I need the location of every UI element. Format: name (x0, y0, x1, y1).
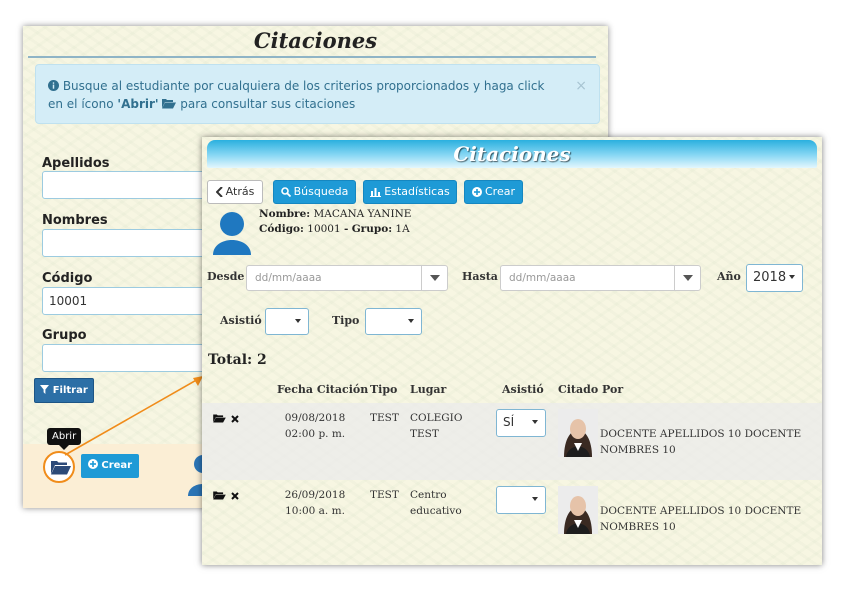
apellidos-label: Apellidos (42, 156, 110, 171)
filter-icon (40, 385, 50, 394)
desde-label: Desde (207, 270, 245, 283)
citaciones-window: Citaciones Atrás Búsqueda Estadísticas C… (202, 137, 822, 565)
alert-text-after: para consultar sus citaciones (180, 97, 356, 111)
lugar-line-1: Centro (410, 489, 447, 501)
col-citado-por: Citado Por (558, 383, 624, 396)
hasta-dropdown-icon[interactable] (674, 266, 700, 290)
codigo-label: Código (42, 271, 93, 286)
student-avatar-icon (213, 212, 251, 255)
plus-circle-icon (87, 459, 98, 469)
hasta-label: Hasta (462, 270, 498, 283)
filtrar-button[interactable]: Filtrar (34, 378, 94, 403)
citado-line-1: DOCENTE APELLIDOS 10 DOCENTE (600, 505, 802, 517)
anio-label: Año (717, 270, 741, 283)
folder-open-icon[interactable] (213, 414, 226, 423)
search-page-title: Citaciones (253, 28, 378, 53)
info-alert: Busque al estudiante por cualquiera de l… (35, 64, 600, 124)
lugar-line-1: COLEGIO (410, 412, 463, 424)
bar-chart-icon (370, 188, 382, 197)
fecha-time: 10:00 a. m. (285, 505, 345, 517)
atras-button[interactable]: Atrás (207, 180, 263, 204)
busqueda-label: Búsqueda (293, 185, 349, 198)
desde-date-input[interactable]: dd/mm/aaaa (246, 265, 448, 291)
student-group: 1A (395, 223, 410, 235)
student-name: MACANA YANINE (313, 208, 412, 220)
hasta-date-input[interactable]: dd/mm/aaaa (500, 265, 701, 291)
hasta-placeholder: dd/mm/aaaa (509, 272, 576, 284)
delete-icon[interactable] (231, 415, 239, 423)
citado-line-2: NOMBRES 10 (600, 444, 676, 456)
crear-label-small: Crear (101, 460, 133, 471)
folder-open-icon[interactable] (213, 491, 226, 500)
codigo-label: Código: (259, 223, 304, 235)
nombre-label: Nombre: (259, 208, 311, 220)
alert-close-button[interactable]: × (575, 77, 587, 95)
col-lugar: Lugar (410, 383, 447, 396)
teacher-photo (558, 486, 598, 534)
grupo-label: Grupo (42, 328, 87, 343)
citaciones-title-banner: Citaciones (207, 140, 817, 168)
abrir-tooltip: Abrir (47, 428, 82, 450)
fecha-date: 09/08/2018 (284, 412, 346, 424)
teacher-photo-image (558, 486, 598, 534)
col-tipo: Tipo (370, 383, 398, 396)
busqueda-button[interactable]: Búsqueda (273, 180, 356, 204)
alert-abrir-text: 'Abrir' (117, 97, 159, 111)
lugar-line-2: TEST (410, 428, 439, 440)
atras-label: Atrás (225, 185, 255, 198)
grupo-label: Grupo: (351, 223, 393, 235)
desde-placeholder: dd/mm/aaaa (255, 272, 322, 284)
chevron-left-icon (215, 186, 223, 198)
tipo-cell: TEST (370, 412, 399, 424)
filtrar-label: Filtrar (52, 385, 88, 396)
fecha-date: 26/09/2018 (284, 489, 346, 501)
anio-select[interactable]: 2018 (746, 264, 803, 292)
tipo-cell: TEST (370, 489, 399, 501)
asistio-select[interactable] (496, 486, 546, 514)
crear-label: Crear (485, 185, 515, 198)
open-student-button[interactable] (43, 451, 75, 483)
student-code: 10001 (307, 223, 341, 235)
student-name-line: Nombre: MACANA YANINE (259, 208, 411, 220)
desde-dropdown-icon[interactable] (421, 266, 447, 290)
nombres-label: Nombres (42, 213, 108, 228)
crear-button[interactable]: Crear (464, 180, 523, 204)
tipo-filter-select[interactable] (365, 308, 422, 335)
folder-open-icon (51, 461, 71, 475)
asistio-filter-select[interactable] (265, 308, 309, 335)
citado-line-2: NOMBRES 10 (600, 521, 676, 533)
estadisticas-button[interactable]: Estadísticas (363, 180, 457, 204)
total-count: Total: 2 (208, 352, 267, 368)
col-asistio: Asistió (502, 383, 544, 396)
title-divider (28, 56, 596, 58)
teacher-photo-image (558, 409, 598, 457)
folder-open-icon (162, 99, 177, 109)
crear-button-small[interactable]: Crear (81, 454, 139, 478)
lugar-line-2: educativo (410, 505, 462, 517)
search-icon (280, 187, 291, 198)
table-row: 09/08/2018 02:00 p. m. TEST COLEGIO TEST… (202, 403, 822, 480)
citado-line-1: DOCENTE APELLIDOS 10 DOCENTE (600, 428, 802, 440)
asistio-select[interactable]: SÍ (496, 409, 546, 437)
estadisticas-label: Estadísticas (384, 185, 450, 198)
delete-icon[interactable] (231, 492, 239, 500)
col-fecha-citacion: Fecha Citación (277, 383, 369, 396)
table-row: 26/09/2018 10:00 a. m. TEST Centro educa… (202, 480, 822, 557)
fecha-time: 02:00 p. m. (284, 428, 346, 440)
asistio-filter-label: Asistió (220, 314, 262, 327)
tipo-filter-label: Tipo (332, 314, 360, 327)
plus-circle-icon (472, 187, 482, 197)
teacher-photo (558, 409, 598, 457)
info-icon (48, 80, 59, 91)
student-code-line: Código: 10001 - Grupo: 1A (259, 223, 410, 235)
